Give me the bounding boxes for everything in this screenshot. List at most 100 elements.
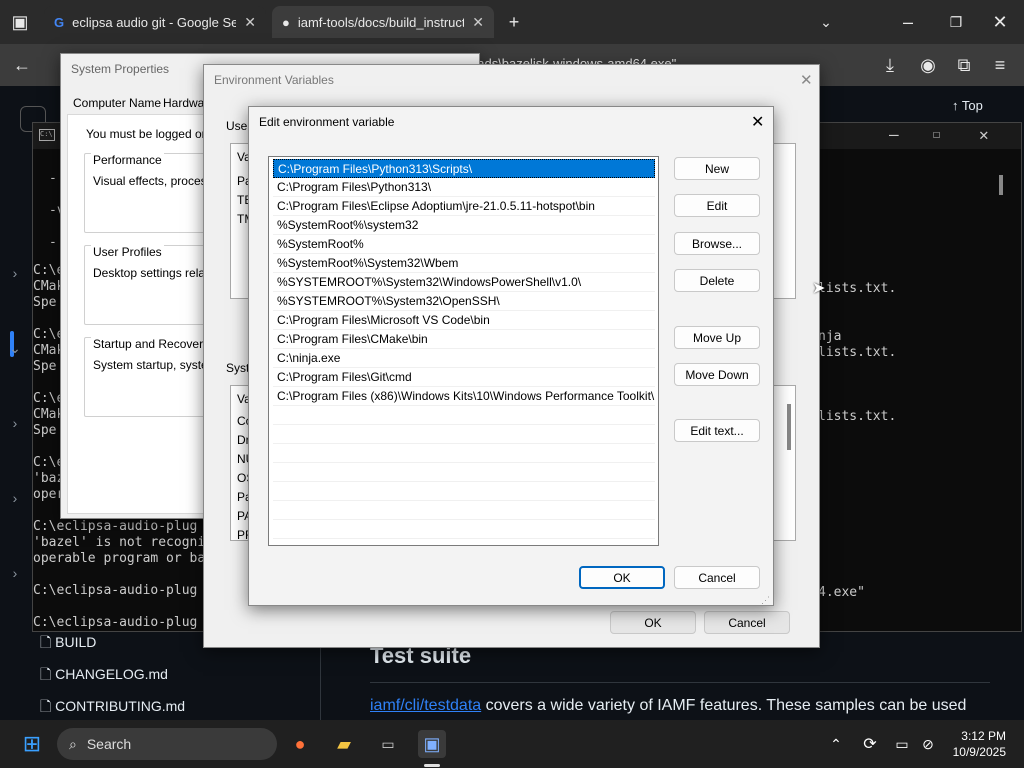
close-icon[interactable]: ✕ xyxy=(986,8,1014,36)
env-ok-button[interactable]: OK xyxy=(610,611,696,634)
terminal-icon[interactable]: ▭ xyxy=(374,730,402,758)
group-text: Visual effects, processo xyxy=(93,174,220,188)
group-title: User Profiles xyxy=(91,245,164,259)
terminal-line: nja xyxy=(818,329,842,344)
close-tab-icon[interactable]: ✕ xyxy=(472,14,484,31)
tab-label: iamf-tools/docs/build_instructions xyxy=(297,14,465,30)
taskbar: ⊞ ⌕ Search ● ▰ ▭ ▣ ⌃ ⟳ ▭ ⊘ 3:12 PM 10/9/… xyxy=(0,720,1024,768)
back-icon[interactable]: ← xyxy=(8,51,36,79)
file-name: BUILD xyxy=(55,634,97,650)
resize-grip-icon[interactable]: ⋰ xyxy=(761,595,770,606)
path-entry[interactable]: C:\Program Files\Microsoft VS Code\bin xyxy=(273,311,655,330)
path-entry[interactable]: C:\ninja.exe xyxy=(273,349,655,368)
window-title: Environment Variables xyxy=(214,73,334,87)
new-button[interactable]: New xyxy=(674,157,760,180)
terminal-line: lists.txt. xyxy=(818,345,897,360)
extensions-icon[interactable]: ⧉ xyxy=(950,51,978,79)
new-tab-icon[interactable]: + xyxy=(500,8,528,36)
minimize-icon[interactable]: – xyxy=(894,8,922,36)
tab-github[interactable]: ● iamf-tools/docs/build_instructions ✕ xyxy=(272,6,494,38)
delete-button[interactable]: Delete xyxy=(674,269,760,292)
scrollbar-thumb[interactable] xyxy=(999,175,1003,195)
chevron-up-icon[interactable]: ⌃ xyxy=(822,730,850,758)
file-explorer-icon[interactable]: ▰ xyxy=(330,730,358,758)
path-entry[interactable] xyxy=(273,520,655,539)
path-entry[interactable]: C:\Program Files\CMake\bin xyxy=(273,330,655,349)
path-entry[interactable] xyxy=(273,406,655,425)
system-properties-icon[interactable]: ▣ xyxy=(418,730,446,758)
close-icon[interactable]: ✕ xyxy=(979,125,989,144)
cmd-icon: C:\ xyxy=(39,129,55,141)
browse-button[interactable]: Browse... xyxy=(674,232,760,255)
windows-start-icon[interactable]: ⊞ xyxy=(18,730,46,758)
paragraph-text: covers a wide variety of IAMF features. … xyxy=(481,697,967,714)
path-entry[interactable] xyxy=(273,425,655,444)
path-entry[interactable]: %SYSTEMROOT%\System32\WindowsPowerShell\… xyxy=(273,273,655,292)
maximize-icon[interactable]: ☐ xyxy=(933,127,940,141)
group-title: Performance xyxy=(91,153,164,167)
terminal-line: 'bazel' is not recogni xyxy=(33,535,206,550)
restore-icon[interactable]: ❐ xyxy=(942,8,970,36)
file-name: CHANGELOG.md xyxy=(55,666,168,682)
terminal-line: lists.txt. xyxy=(818,409,897,424)
top-label: Top xyxy=(961,98,983,113)
file-list: 🗋 BUILD 🗋 CHANGELOG.md 🗋 CONTRIBUTING.md xyxy=(40,626,185,722)
testdata-link[interactable]: iamf/cli/testdata xyxy=(370,697,481,714)
terminal-line: Spe xyxy=(33,359,57,374)
close-icon[interactable]: ✕ xyxy=(800,71,813,89)
terminal-line: C:\eclipsa-audio-plug xyxy=(33,519,198,534)
logon-note: You must be logged on a xyxy=(86,127,219,141)
time-text: 3:12 PM xyxy=(961,729,1006,743)
volume-mute-icon[interactable]: ⊘ xyxy=(914,730,942,758)
minimize-icon[interactable]: – xyxy=(889,125,899,144)
path-entries-list[interactable]: C:\Program Files\Python313\Scripts\ C:\Pr… xyxy=(268,156,659,546)
terminal-line: - xyxy=(49,235,57,250)
chevron-down-icon[interactable]: ⌄ xyxy=(812,8,840,36)
env-cancel-button[interactable]: Cancel xyxy=(704,611,790,634)
ok-button[interactable]: OK xyxy=(579,566,665,589)
account-icon[interactable]: ◉ xyxy=(914,51,942,79)
downloads-icon[interactable]: ⤓ xyxy=(876,51,904,79)
tab-computer-name[interactable]: Computer Name xyxy=(73,96,161,110)
network-icon[interactable]: ▭ xyxy=(888,730,916,758)
close-icon[interactable]: ✕ xyxy=(751,112,764,132)
path-entry[interactable] xyxy=(273,463,655,482)
taskbar-search[interactable]: ⌕ Search xyxy=(57,728,277,760)
path-entry[interactable]: C:\Program Files (x86)\Windows Kits\10\W… xyxy=(273,387,655,406)
tab-google-search[interactable]: G eclipsa audio git - Google Search ✕ xyxy=(44,6,266,38)
clock[interactable]: 3:12 PM 10/9/2025 xyxy=(946,728,1006,760)
path-entry[interactable]: C:\Program Files\Python313\Scripts\ xyxy=(273,159,655,178)
menu-icon[interactable]: ≡ xyxy=(986,51,1014,79)
path-entry[interactable]: %SYSTEMROOT%\System32\OpenSSH\ xyxy=(273,292,655,311)
close-tab-icon[interactable]: ✕ xyxy=(244,14,256,31)
move-up-button[interactable]: Move Up xyxy=(674,326,760,349)
file-item[interactable]: 🗋 CONTRIBUTING.md xyxy=(40,690,185,722)
path-entry[interactable]: C:\Program Files\Eclipse Adoptium\jre-21… xyxy=(273,197,655,216)
firefox-icon[interactable]: ● xyxy=(286,730,314,758)
path-entry[interactable]: %SystemRoot% xyxy=(273,235,655,254)
path-entry[interactable] xyxy=(273,482,655,501)
terminal-line: - xyxy=(49,171,57,186)
search-icon: ⌕ xyxy=(69,735,77,752)
path-entry[interactable]: %SystemRoot%\System32\Wbem xyxy=(273,254,655,273)
cancel-button[interactable]: Cancel xyxy=(674,566,760,589)
browser-tab-bar: ▣ G eclipsa audio git - Google Search ✕ … xyxy=(0,0,1024,44)
scrollbar-thumb[interactable] xyxy=(787,404,791,450)
path-entry[interactable]: C:\Program Files\Git\cmd xyxy=(273,368,655,387)
file-item[interactable]: 🗋 CHANGELOG.md xyxy=(40,658,185,690)
path-entry[interactable]: %SystemRoot%\system32 xyxy=(273,216,655,235)
edit-button[interactable]: Edit xyxy=(674,194,760,217)
terminal-line: C:\eclipsa-audio-plug xyxy=(33,615,198,630)
move-down-button[interactable]: Move Down xyxy=(674,363,760,386)
terminal-line: C:\eclipsa-audio-plug xyxy=(33,583,198,598)
path-entry[interactable] xyxy=(273,444,655,463)
path-entry[interactable] xyxy=(273,501,655,520)
paragraph: iamf/cli/testdata covers a wide variety … xyxy=(370,697,966,715)
edit-text-button[interactable]: Edit text... xyxy=(674,419,760,442)
path-entry[interactable]: C:\Program Files\Python313\ xyxy=(273,178,655,197)
github-icon: ● xyxy=(282,14,290,30)
sync-icon[interactable]: ⟳ xyxy=(856,730,884,758)
tab-actions-icon[interactable]: ▣ xyxy=(6,8,34,36)
file-name: CONTRIBUTING.md xyxy=(55,698,186,714)
back-to-top-link[interactable]: ↑ Top xyxy=(952,98,983,113)
